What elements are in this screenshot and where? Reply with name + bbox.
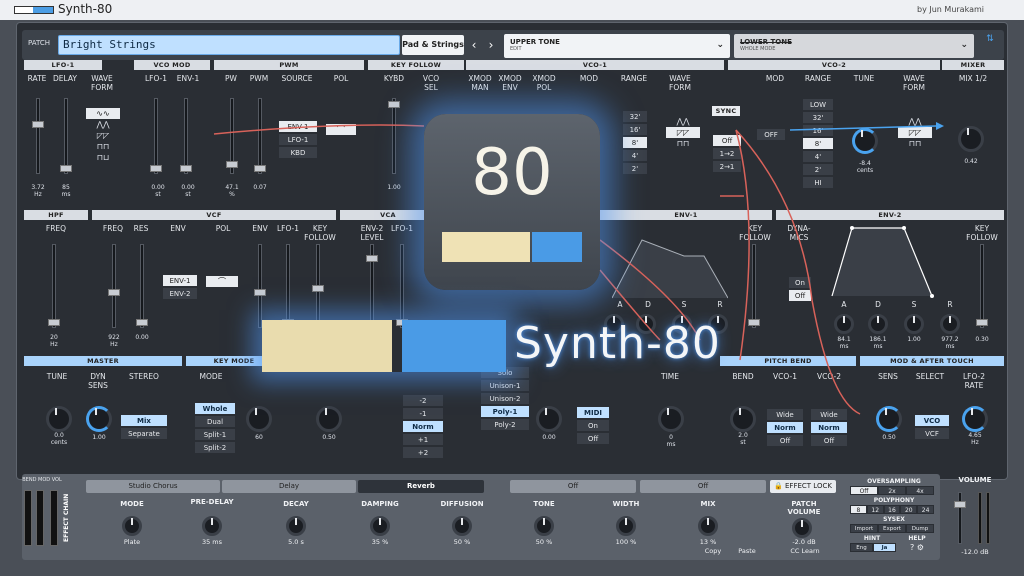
sysex-dump-button[interactable]: Dump — [906, 524, 934, 533]
fx-param-7-knob[interactable] — [616, 516, 636, 536]
polyphony-24[interactable]: 24 — [917, 505, 934, 514]
oversampling-2x[interactable]: 2x — [878, 486, 906, 495]
hint-label: HINT — [863, 535, 881, 542]
oversampling-4x[interactable]: 4x — [906, 486, 934, 495]
oversampling-label: OVERSAMPLING — [867, 478, 921, 485]
polyphony-12[interactable]: 12 — [866, 505, 884, 514]
bend-wheel[interactable] — [24, 490, 32, 546]
help-label: HELP — [908, 535, 926, 542]
hint-eng[interactable]: Eng — [850, 543, 873, 552]
fx-slot-3[interactable]: Reverb — [358, 480, 484, 493]
sysex-import-button[interactable]: Import — [850, 524, 878, 533]
help-icon[interactable]: ? ⚙ — [902, 543, 932, 552]
effect-lock-button[interactable]: 🔒 EFFECT LOCK — [770, 480, 836, 493]
wordmark-blocks — [262, 320, 506, 372]
app-icon-cream-block — [442, 232, 530, 262]
fx-param-6-value: 50 % — [535, 538, 553, 546]
fx-param-4-label: DAMPING — [361, 500, 399, 508]
app-icon-overlay: 80 — [424, 114, 600, 290]
fx-param-4-knob[interactable] — [370, 516, 390, 536]
polyphony-20[interactable]: 20 — [900, 505, 918, 514]
fx-param-8-knob[interactable] — [698, 516, 718, 536]
volume-meter-left — [978, 492, 982, 544]
fx-param-3-value: 5.0 s — [288, 538, 304, 546]
fx-param-8-value: 13 % — [699, 538, 717, 546]
fx-param-1-value: Plate — [123, 538, 141, 546]
fx-param-3-label: DECAY — [283, 500, 309, 508]
wordmark-blue-block — [402, 320, 506, 372]
bend-mod-vol-label: BEND MOD VOL — [22, 477, 62, 483]
patch-volume-value: -2.0 dB — [792, 538, 816, 546]
hint-selector[interactable]: Eng Ja — [850, 543, 896, 552]
fx-slot-2[interactable]: Delay — [222, 480, 356, 493]
fx-param-7-value: 100 % — [615, 538, 637, 546]
effect-chain-label: EFFECT CHAIN — [63, 493, 70, 543]
fx-param-5-value: 50 % — [453, 538, 471, 546]
polyphony-selector[interactable]: 8 12 16 20 24 — [850, 505, 934, 514]
cc-learn-button[interactable]: CC Learn — [784, 547, 826, 555]
volume-slider[interactable] — [954, 492, 966, 544]
effect-lock-label: EFFECT LOCK — [785, 482, 832, 490]
patch-volume-knob[interactable] — [792, 518, 812, 538]
fx-param-4-value: 35 % — [371, 538, 389, 546]
wordmark-text: Synth-80 — [514, 318, 721, 369]
oversampling-selector[interactable]: Off 2x 4x — [850, 486, 934, 495]
sysex-label: SYSEX — [883, 516, 905, 523]
fx-param-3-knob[interactable] — [286, 516, 306, 536]
paste-button[interactable]: Paste — [732, 547, 762, 555]
mod-wheel[interactable] — [36, 490, 44, 546]
wordmark-cream-block — [262, 320, 392, 372]
volume-section: VOLUME -12.0 dB — [942, 474, 1008, 560]
fx-param-6-knob[interactable] — [534, 516, 554, 536]
fx-param-7-label: WIDTH — [612, 500, 640, 508]
hint-ja[interactable]: Ja — [873, 543, 896, 552]
fx-param-6-label: TONE — [533, 500, 555, 508]
lock-icon: 🔒 — [774, 482, 783, 490]
sysex-buttons[interactable]: Import Export Dump — [850, 524, 934, 533]
volume-meter-right — [986, 492, 990, 544]
polyphony-label: POLYPHONY — [873, 497, 915, 504]
fx-param-2-knob[interactable] — [202, 516, 222, 536]
polyphony-16[interactable]: 16 — [883, 505, 901, 514]
fx-param-2-value: 35 ms — [201, 538, 223, 546]
polyphony-8[interactable]: 8 — [850, 505, 867, 514]
volume-value: -12.0 dB — [961, 548, 989, 556]
fx-param-5-label: DIFFUSION — [440, 500, 484, 508]
fx-param-1-label: MODE — [120, 500, 144, 508]
fx-slot-4[interactable]: Off — [510, 480, 636, 493]
fx-param-5-knob[interactable] — [452, 516, 472, 536]
fx-param-1-knob[interactable] — [122, 516, 142, 536]
fx-slot-5[interactable]: Off — [640, 480, 766, 493]
app-icon-blue-block — [532, 232, 582, 262]
vol-wheel[interactable] — [50, 490, 58, 546]
volume-label: VOLUME — [958, 476, 992, 484]
fx-slot-1[interactable]: Studio Chorus — [86, 480, 220, 493]
app-icon-number: 80 — [471, 136, 553, 210]
fx-param-2-label: PRE-DELAY — [190, 498, 234, 506]
sysex-export-button[interactable]: Export — [878, 524, 906, 533]
fx-param-8-label: MIX — [700, 500, 716, 508]
patch-volume-label: PATCH VOLUME — [787, 500, 821, 516]
copy-button[interactable]: Copy — [700, 547, 726, 555]
oversampling-off[interactable]: Off — [850, 486, 878, 495]
